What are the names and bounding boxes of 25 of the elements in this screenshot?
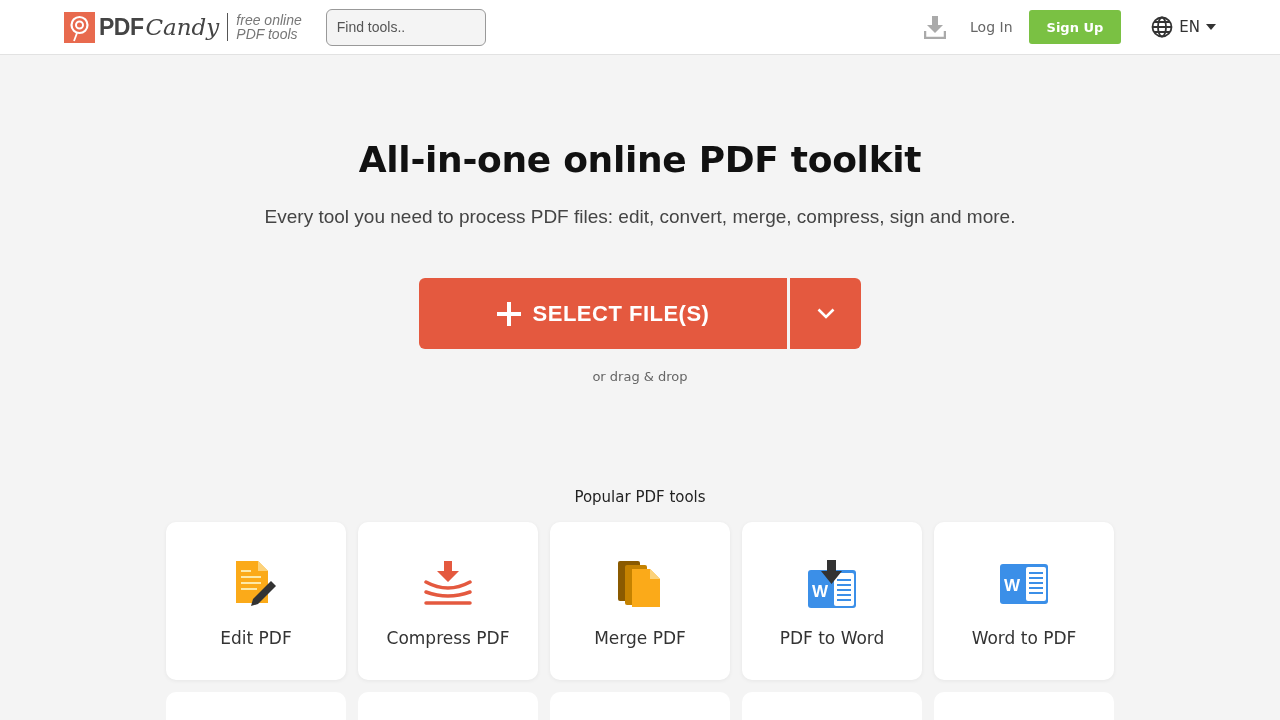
document-pencil-icon xyxy=(234,559,278,609)
tool-card[interactable]: W Word to PDF xyxy=(934,522,1114,680)
download-icon[interactable] xyxy=(924,15,947,39)
drag-drop-hint: or drag & drop xyxy=(592,369,688,384)
tagline: PDF tools xyxy=(236,27,299,41)
search-field[interactable]: Find tools.. xyxy=(325,8,486,46)
chevron-icon xyxy=(816,308,835,319)
select-files-button[interactable]: SELECT FILE(S) xyxy=(419,278,787,349)
tool-card[interactable]: Edit PDF xyxy=(166,522,346,680)
tool-card[interactable]: W PDF to Word xyxy=(742,522,922,680)
globe-icon xyxy=(1151,16,1174,38)
logo-icon xyxy=(64,11,95,43)
logo-text[interactable]: PDFCandy xyxy=(99,13,220,41)
tagline: free online xyxy=(236,13,302,27)
compress-icon xyxy=(424,560,472,608)
section-heading: Popular PDF tools xyxy=(574,488,706,506)
page-subtitle: Every tool you need to process PDF files: edit, convert, merge, compress, sign and more. xyxy=(264,206,1016,228)
tool-card[interactable]: Compress PDF xyxy=(358,522,538,680)
login-link[interactable]: Log In xyxy=(970,19,1013,35)
language-selector[interactable]: EN xyxy=(1151,16,1216,38)
tool-card[interactable]: Merge PDF xyxy=(550,522,730,680)
caret-icon xyxy=(1206,24,1216,30)
page-title: All-in-one online PDF toolkit xyxy=(358,139,922,180)
word-document-icon: W xyxy=(1000,564,1048,604)
plus-icon xyxy=(496,301,521,326)
